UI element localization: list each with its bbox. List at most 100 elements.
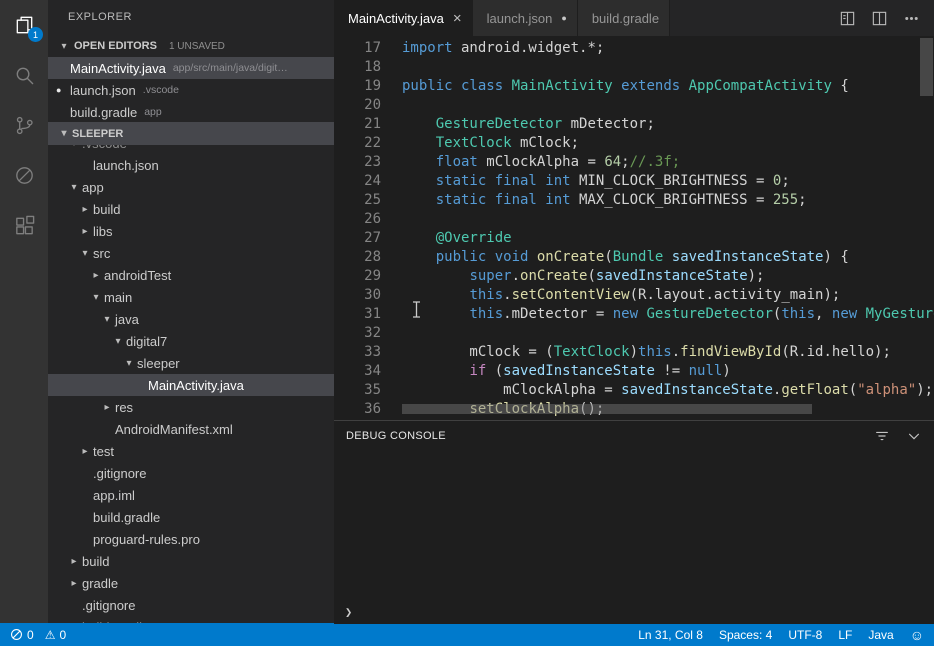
tree-item-label: build.gradle	[82, 620, 149, 624]
git-branch-icon	[13, 114, 36, 137]
workbench: 1 EXPLORER ▾ OPEN EDITORS 1 UNSAVED Main…	[0, 0, 934, 623]
tree-item[interactable]: proguard-rules.pro	[48, 528, 334, 550]
tab-build-gradle[interactable]: build.gradle	[578, 0, 670, 36]
sidebar-title: EXPLORER	[48, 0, 334, 35]
tree-item-label: build	[93, 202, 120, 217]
problems-status[interactable]: 0 ⚠ 0	[10, 628, 66, 642]
code-text: this.setContentView(R.layout.activity_ma…	[402, 286, 840, 305]
tab-bar: MainActivity.java×launch.json● build.grad…	[334, 0, 934, 36]
chevron-down-icon[interactable]	[906, 428, 922, 444]
tree-item-label: libs	[93, 224, 113, 239]
encoding[interactable]: UTF-8	[788, 628, 822, 642]
feedback-smiley-icon[interactable]: ☺	[910, 627, 924, 643]
eol[interactable]: LF	[838, 628, 852, 642]
open-editor-label: MainActivity.java	[70, 61, 166, 76]
tab-mainactivity-java[interactable]: MainActivity.java×	[334, 0, 473, 36]
activity-bar: 1	[0, 0, 48, 623]
code-line: 35 mClockAlpha = savedInstanceState.getF…	[334, 381, 934, 400]
tree-item[interactable]: ▾main	[48, 286, 334, 308]
chevron-right-icon: ▸	[88, 270, 104, 281]
line-number: 32	[334, 324, 381, 343]
chevron-down-icon: ▾	[77, 248, 93, 259]
line-number: 22	[334, 134, 381, 153]
open-editors-label: OPEN EDITORS	[74, 40, 157, 52]
code-line: 32	[334, 324, 934, 343]
status-bar: 0 ⚠ 0 Ln 31, Col 8 Spaces: 4 UTF-8 LF Java ☺	[0, 623, 934, 646]
open-editor-item[interactable]: ●launch.json.vscode	[48, 79, 334, 101]
line-number: 17	[334, 39, 381, 58]
extensions-icon	[13, 214, 36, 237]
open-editor-item[interactable]: build.gradleapp	[48, 101, 334, 123]
line-number: 31	[334, 305, 381, 324]
explorer-activity-button[interactable]: 1	[0, 0, 48, 50]
tree-item[interactable]: ▸res	[48, 396, 334, 418]
debug-console-panel: DEBUG CONSOLE ❯	[334, 420, 934, 624]
vertical-scrollbar[interactable]	[920, 38, 933, 96]
tree-item[interactable]: ▸gradle	[48, 572, 334, 594]
indentation[interactable]: Spaces: 4	[719, 628, 772, 642]
close-icon[interactable]: ×	[453, 10, 462, 27]
chevron-right-icon: ▸	[77, 446, 93, 457]
status-right: Ln 31, Col 8 Spaces: 4 UTF-8 LF Java	[638, 628, 893, 642]
source-control-activity-button[interactable]	[0, 100, 48, 150]
warning-count: 0	[59, 628, 66, 642]
tree-item[interactable]: app.iml	[48, 484, 334, 506]
panel-header: DEBUG CONSOLE	[334, 421, 934, 451]
tree-item[interactable]: ▸test	[48, 440, 334, 462]
tab-launch-json[interactable]: launch.json●	[473, 0, 578, 36]
tree-item[interactable]: build.gradle	[48, 616, 334, 623]
line-number: 30	[334, 286, 381, 305]
code-line: 24 static final int MIN_CLOCK_BRIGHTNESS…	[334, 172, 934, 191]
extensions-activity-button[interactable]	[0, 200, 48, 250]
tree-item[interactable]: AndroidManifest.xml	[48, 418, 334, 440]
chevron-down-icon: ▾	[121, 358, 137, 369]
tree-item[interactable]: .gitignore	[48, 594, 334, 616]
tree-item[interactable]: ▾src	[48, 242, 334, 264]
line-number: 27	[334, 229, 381, 248]
tree-item[interactable]: ▾java	[48, 308, 334, 330]
tree-item[interactable]: ▸build	[48, 550, 334, 572]
line-number: 18	[334, 58, 381, 77]
tab-label: launch.json	[487, 11, 553, 26]
tree-item-label: main	[104, 290, 132, 305]
tree-item[interactable]: ▸build	[48, 198, 334, 220]
open-editors-header[interactable]: ▾ OPEN EDITORS 1 UNSAVED	[48, 35, 334, 57]
line-number: 29	[334, 267, 381, 286]
debug-console-input[interactable]: ❯	[334, 600, 934, 624]
split-editor-icon[interactable]	[871, 10, 888, 27]
code-line: 18	[334, 58, 934, 77]
language-mode[interactable]: Java	[868, 628, 893, 642]
open-editor-item[interactable]: MainActivity.javaapp/src/main/java/digit…	[48, 57, 334, 79]
code-editor[interactable]: 17import android.widget.*;1819public cla…	[334, 36, 934, 420]
tree-item[interactable]: ▸androidTest	[48, 264, 334, 286]
tree-item[interactable]: build.gradle	[48, 506, 334, 528]
tree-item[interactable]: MainActivity.java	[48, 374, 334, 396]
tree-item[interactable]: ▾digital7	[48, 330, 334, 352]
line-number: 23	[334, 153, 381, 172]
filter-icon[interactable]	[874, 428, 890, 444]
tree-item[interactable]: .gitignore	[48, 462, 334, 484]
tree-item[interactable]: ▸libs	[48, 220, 334, 242]
tree-item[interactable]: launch.json	[48, 154, 334, 176]
workspace-section-header[interactable]: ▾ SLEEPER	[48, 122, 334, 145]
code-line: 17import android.widget.*;	[334, 39, 934, 58]
tree-item-label: .gitignore	[82, 598, 135, 613]
panel-tab-debug-console[interactable]: DEBUG CONSOLE	[346, 430, 446, 442]
line-number: 25	[334, 191, 381, 210]
tab-label: build.gradle	[592, 11, 659, 26]
more-actions-icon[interactable]	[903, 10, 920, 27]
line-number: 21	[334, 115, 381, 134]
text-cursor	[411, 300, 422, 319]
search-activity-button[interactable]	[0, 50, 48, 100]
tree-item-label: .gitignore	[93, 466, 146, 481]
open-editor-detail: .vscode	[143, 84, 179, 96]
code-text: static final int MIN_CLOCK_BRIGHTNESS = …	[402, 172, 790, 191]
editor-area: MainActivity.java×launch.json● build.grad…	[334, 0, 934, 623]
cursor-position[interactable]: Ln 31, Col 8	[638, 628, 703, 642]
tree-item[interactable]: ▾app	[48, 176, 334, 198]
open-changes-icon[interactable]	[839, 10, 856, 27]
debug-activity-button[interactable]	[0, 150, 48, 200]
horizontal-scrollbar[interactable]	[402, 404, 812, 414]
tree-item[interactable]: ▾sleeper	[48, 352, 334, 374]
chevron-down-icon: ▾	[66, 182, 82, 193]
